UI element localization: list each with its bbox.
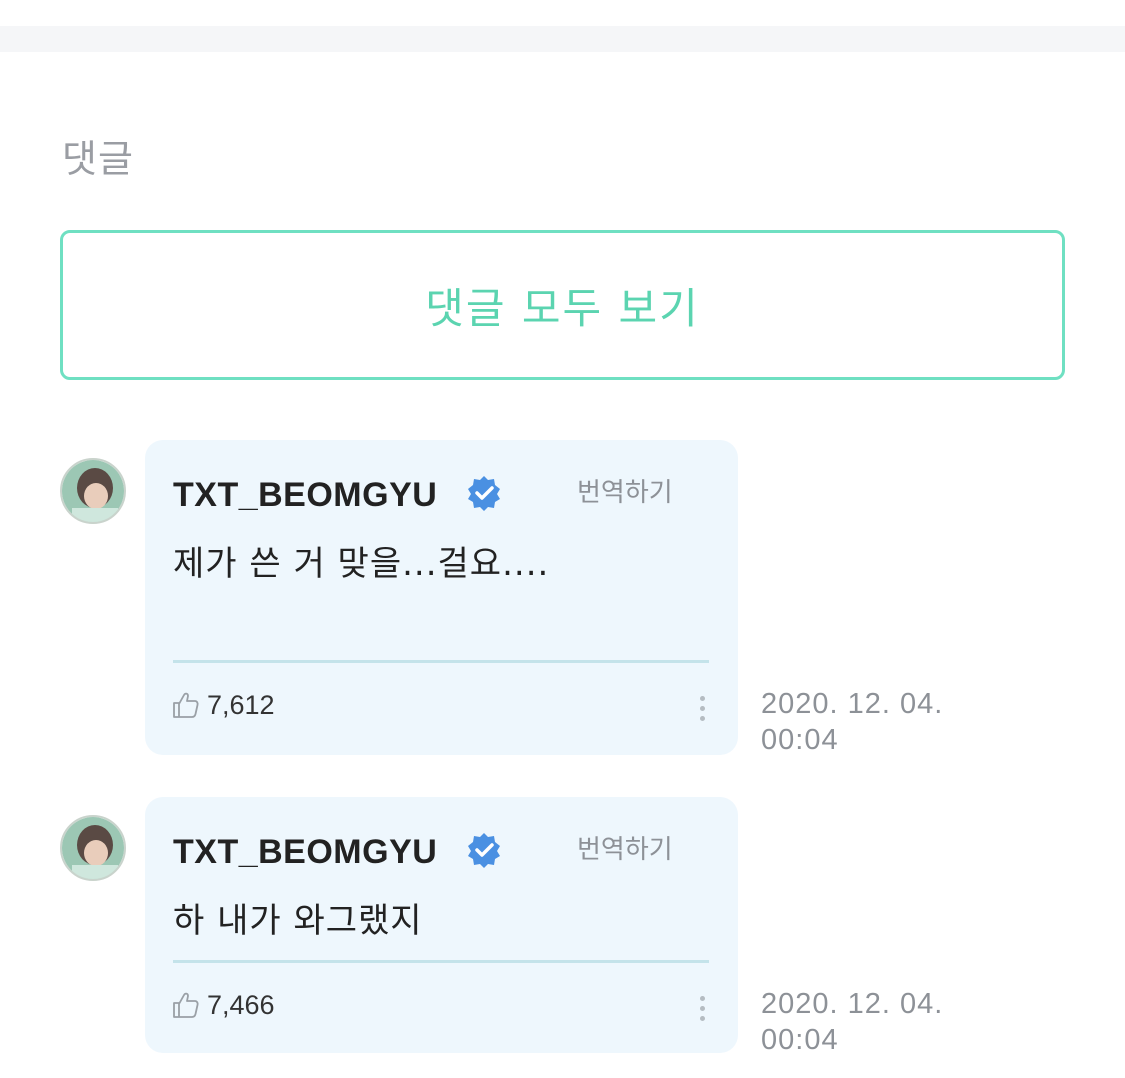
view-all-comments-button[interactable]: 댓글 모두 보기	[60, 230, 1065, 380]
comments-section-title: 댓글	[62, 137, 134, 181]
verified-badge-icon	[465, 474, 503, 512]
comment-date-time: 00:04	[761, 724, 839, 756]
avatar[interactable]	[60, 458, 126, 524]
comment-text: 제가 쓴 거 맞을...걸요....	[173, 544, 550, 584]
like-count: 7,612	[207, 690, 275, 720]
comment-date-day: 2020. 12. 04.	[761, 988, 944, 1020]
comment-author[interactable]: TXT_BEOMGYU	[173, 476, 437, 515]
top-separator-band	[0, 26, 1125, 52]
comment-date: 2020. 12. 04. 00:04	[761, 986, 943, 1058]
comment-date: 2020. 12. 04. 00:04	[761, 686, 943, 758]
comment-date-time: 00:04	[761, 1024, 839, 1056]
more-options-icon[interactable]	[697, 696, 707, 726]
thumbs-up-icon[interactable]	[171, 690, 201, 720]
translate-button[interactable]: 번역하기	[577, 472, 673, 509]
comment-divider	[173, 960, 709, 963]
comment-text: 하 내가 와그랬지	[173, 901, 423, 941]
comment-divider	[173, 660, 709, 663]
comment-bubble: TXT_BEOMGYU 번역하기 제가 쓴 거 맞을...걸요.... 7,61…	[145, 440, 738, 755]
like-count: 7,466	[207, 990, 275, 1020]
comment-date-day: 2020. 12. 04.	[761, 688, 944, 720]
thumbs-up-icon[interactable]	[171, 990, 201, 1020]
comment-author[interactable]: TXT_BEOMGYU	[173, 833, 437, 872]
comment-bubble: TXT_BEOMGYU 번역하기 하 내가 와그랬지 7,466	[145, 797, 738, 1053]
translate-button[interactable]: 번역하기	[577, 829, 673, 866]
verified-badge-icon	[465, 831, 503, 869]
avatar[interactable]	[60, 815, 126, 881]
more-options-icon[interactable]	[697, 996, 707, 1026]
